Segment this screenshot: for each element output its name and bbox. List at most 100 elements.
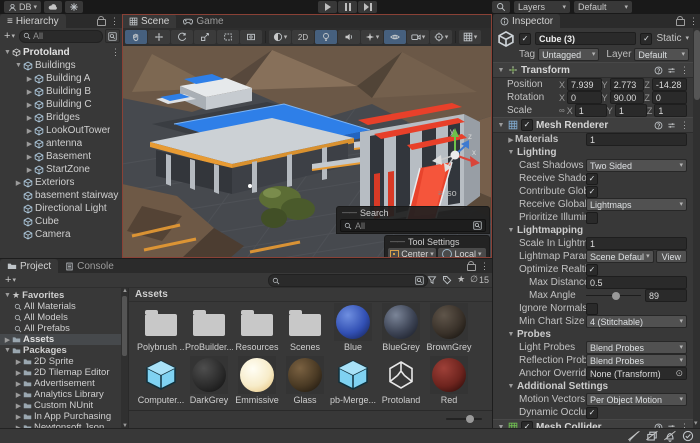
tag-dropdown[interactable]: Untagged ▾ — [538, 48, 599, 61]
kebab-menu-icon[interactable]: ⋮ — [480, 262, 489, 271]
tab-project[interactable]: Project — [0, 259, 58, 273]
transform-component-header[interactable]: ▼ Transform ⋮ — [493, 62, 693, 78]
tree-item[interactable]: All Models — [0, 312, 121, 323]
hierarchy-item[interactable]: Cube — [0, 215, 122, 228]
prioritize-illumination-checkbox[interactable] — [586, 212, 598, 224]
draw-mode-dropdown[interactable]: ▾ — [269, 30, 291, 44]
asset-tile[interactable]: Protoland — [377, 356, 425, 408]
hierarchy-item[interactable]: ▼Buildings — [0, 59, 122, 72]
asset-tile[interactable]: pb-Merge... — [329, 356, 377, 408]
kebab-menu-icon[interactable]: ⋮ — [680, 66, 689, 75]
static-checkbox[interactable]: ✓ — [640, 33, 652, 45]
create-asset-button[interactable]: + ▾ — [3, 274, 18, 286]
audio-toggle-button[interactable] — [338, 30, 360, 44]
scrollbar-thumb[interactable] — [694, 30, 700, 100]
pivot-mode-dropdown[interactable]: Center ▾ — [388, 248, 436, 258]
hierarchy-item[interactable]: basement stairway v — [0, 189, 122, 202]
lock-icon[interactable] — [97, 19, 106, 26]
project-tree-scrollbar[interactable]: ▲ ▼ — [121, 288, 128, 429]
hierarchy-item[interactable]: ▶StartZone — [0, 163, 122, 176]
hierarchy-item[interactable]: ▶Bridges — [0, 111, 122, 124]
hierarchy-item[interactable]: ▶Building A — [0, 72, 122, 85]
kebab-menu-icon[interactable]: ⋮ — [680, 121, 689, 130]
foldout-open-icon[interactable]: ▼ — [497, 122, 505, 129]
kebab-menu-icon[interactable]: ⋮ — [110, 17, 119, 26]
account-button[interactable]: DB ▾ — [4, 1, 41, 13]
foldout-closed-icon[interactable]: ▶ — [25, 88, 34, 96]
scrollbar-thumb[interactable] — [122, 296, 127, 356]
hierarchy-item[interactable]: ▶Exteriors — [0, 176, 122, 189]
scale-tool-button[interactable] — [194, 30, 216, 44]
foldout-open-icon[interactable]: ▼ — [3, 49, 12, 56]
materials-count-field[interactable]: 1 — [586, 133, 687, 146]
tree-item[interactable]: ▶In App Purchasing — [0, 411, 121, 422]
max-distance-field[interactable]: 0.5 — [586, 276, 687, 289]
tab-hierarchy[interactable]: ≡ Hierarchy — [0, 14, 66, 28]
lock-icon[interactable] — [467, 264, 476, 271]
tab-inspector[interactable]: Inspector — [493, 14, 560, 28]
foldout-closed-icon[interactable]: ▶ — [25, 101, 34, 109]
tree-item[interactable]: ▶Custom NUnit — [0, 400, 121, 411]
probes-section[interactable]: ▼ Probes — [493, 328, 693, 341]
rotate-tool-button[interactable] — [171, 30, 193, 44]
optimize-realtime-checkbox[interactable]: ✓ — [586, 264, 598, 276]
additional-settings-section[interactable]: ▼ Additional Settings — [493, 380, 693, 393]
scale-y-field[interactable]: 1 — [615, 104, 647, 117]
foldout-open-icon[interactable]: ▼ — [3, 292, 12, 299]
foldout-open-icon[interactable]: ▼ — [14, 62, 23, 69]
kebab-menu-icon[interactable]: ⋮ — [689, 17, 698, 26]
tree-item-assets[interactable]: ▶Assets — [0, 334, 121, 345]
foldout-closed-icon[interactable]: ▶ — [25, 114, 34, 122]
active-checkbox[interactable]: ✓ — [519, 33, 531, 45]
slider-thumb[interactable] — [612, 292, 620, 300]
asset-tile[interactable]: BrownGrey — [425, 303, 473, 355]
lighting-section[interactable]: ▼ Lighting — [493, 146, 693, 159]
asset-tile[interactable]: DarkGrey — [185, 356, 233, 408]
assets-breadcrumb[interactable]: Assets — [129, 288, 492, 302]
tree-item[interactable]: All Materials — [0, 301, 121, 312]
hand-tool-button[interactable] — [125, 30, 147, 44]
asset-tile[interactable]: Emmissive — [233, 356, 281, 408]
search-by-type-icon[interactable] — [427, 275, 437, 285]
scene-search-input[interactable]: All — [340, 219, 486, 232]
lightmap-parameters-dropdown[interactable]: Scene Default Para ▾ — [586, 250, 654, 263]
rotation-x-field[interactable]: 0 — [567, 91, 602, 104]
hierarchy-item[interactable]: Directional Light — [0, 202, 122, 215]
scene-viewport-canvas[interactable]: y x z ≡ Iso —— Search All — [122, 46, 492, 258]
step-button[interactable] — [358, 1, 377, 13]
tree-item[interactable]: ▶Analytics Library — [0, 389, 121, 400]
view-button[interactable]: View — [656, 250, 687, 263]
foldout-closed-icon[interactable]: ▶ — [25, 127, 34, 135]
hierarchy-item[interactable]: ▶Building C — [0, 98, 122, 111]
drag-handle-icon[interactable]: —— — [342, 208, 356, 217]
pause-button[interactable] — [338, 1, 357, 13]
foldout-closed-icon[interactable]: ▶ — [14, 402, 23, 410]
add-gameobject-button[interactable]: + ▾ — [2, 30, 17, 42]
layers-dropdown[interactable]: Layers ▾ — [514, 1, 570, 13]
tab-game[interactable]: Game — [176, 14, 230, 28]
cast-shadows-dropdown[interactable]: Two Sided ▾ — [586, 159, 687, 172]
asset-tile[interactable]: Polybrush ... — [137, 303, 185, 355]
rect-tool-button[interactable] — [217, 30, 239, 44]
transform-tool-button[interactable] — [240, 30, 262, 44]
lighting-toggle-button[interactable] — [315, 30, 337, 44]
foldout-closed-icon[interactable]: ▶ — [25, 166, 34, 174]
2d-toggle-button[interactable]: 2D — [292, 30, 314, 44]
slider-thumb[interactable] — [466, 415, 474, 423]
object-name-field[interactable]: Cube (3) — [535, 32, 636, 45]
position-x-field[interactable]: 7.939 — [567, 78, 602, 91]
foldout-closed-icon[interactable]: ▶ — [25, 153, 34, 161]
lock-icon[interactable] — [676, 19, 685, 26]
hierarchy-item[interactable]: Camera — [0, 228, 122, 241]
rotation-y-field[interactable]: 90.00 — [610, 91, 645, 104]
slashed-brush-icon[interactable] — [628, 430, 640, 443]
foldout-closed-icon[interactable]: ▶ — [25, 75, 34, 83]
tab-scene[interactable]: Scene — [122, 14, 176, 28]
effects-dropdown[interactable]: ▾ — [361, 30, 383, 44]
hierarchy-item[interactable]: ▶antenna — [0, 137, 122, 150]
inspector-scrollbar[interactable]: ▾ — [693, 28, 700, 428]
lightmapping-section[interactable]: ▼ Lightmapping — [493, 224, 693, 237]
contribute-gi-checkbox[interactable]: ✓ — [586, 186, 598, 198]
foldout-closed-icon[interactable]: ▶ — [14, 413, 23, 421]
slashed-layers-icon[interactable] — [646, 430, 658, 443]
